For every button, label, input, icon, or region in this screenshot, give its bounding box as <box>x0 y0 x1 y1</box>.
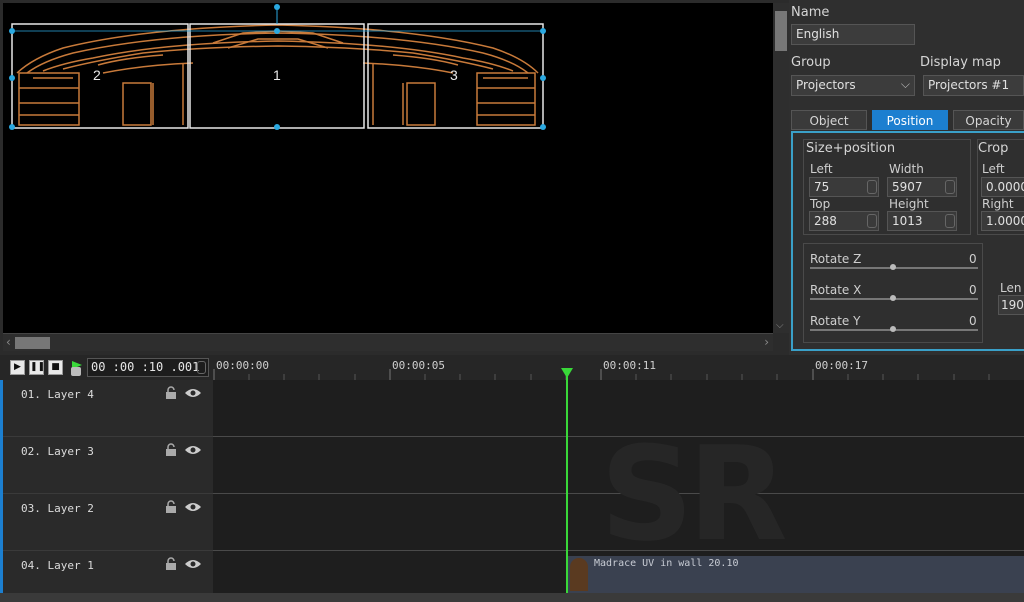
layer-name: 02. Layer 3 <box>21 445 94 458</box>
rotate-y-knob[interactable] <box>890 326 896 332</box>
lock-icon[interactable] <box>165 500 177 514</box>
rotate-x-label: Rotate X <box>810 283 862 297</box>
stage-viewport[interactable]: 2 1 3 <box>3 3 773 333</box>
layer-row[interactable]: 02. Layer 3 <box>3 437 213 494</box>
position-panel: Size+position Left 75 Width 5907 Top 288… <box>791 131 1024 351</box>
scroll-down-icon[interactable]: ⌵ <box>776 320 784 331</box>
crop-right-field[interactable]: 1.0000 <box>981 211 1024 231</box>
crop-left-field[interactable]: 0.0000 <box>981 177 1024 197</box>
left-spinbox[interactable]: 75 <box>809 177 879 197</box>
horizontal-scrollbar[interactable]: ‹ › <box>3 333 773 351</box>
properties-panel: Name English Group Projectors Display ma… <box>789 0 1024 355</box>
timecode-value: 00 :00 :10 .001 <box>91 360 200 374</box>
eye-icon[interactable] <box>184 501 202 513</box>
projector-label-3: 3 <box>450 67 458 83</box>
lens-field[interactable]: 190 <box>998 295 1024 315</box>
lens-label: Len <box>1000 281 1022 295</box>
layer-name: 04. Layer 1 <box>21 559 94 572</box>
left-stepper-icon[interactable] <box>867 180 877 194</box>
eye-icon[interactable] <box>184 387 202 399</box>
transport-bar: ▶ ❚❚ ■ 00 :00 :10 .001 00:00:00 00:00:05… <box>0 355 1024 380</box>
watermark-logo: SR <box>600 418 788 570</box>
vertical-scroll-thumb[interactable] <box>775 11 787 51</box>
eye-icon[interactable] <box>184 558 202 570</box>
lock-icon[interactable] <box>165 557 177 571</box>
display-map-label: Display map <box>920 55 1001 70</box>
height-value: 1013 <box>892 214 923 228</box>
rotate-y-label: Rotate Y <box>810 314 861 328</box>
top-stepper-icon[interactable] <box>867 214 877 228</box>
layer-name: 03. Layer 2 <box>21 502 94 515</box>
timecode-stepper-icon[interactable] <box>197 361 206 374</box>
eye-icon[interactable] <box>184 444 202 456</box>
rotate-z-knob[interactable] <box>890 264 896 270</box>
cue-marker-icon[interactable] <box>68 359 84 377</box>
layer-list: 01. Layer 4 02. Layer 3 03. Layer 2 04. … <box>0 380 213 593</box>
group-label: Group <box>791 55 831 70</box>
crop-left-label: Left <box>982 162 1005 176</box>
rotate-x-slider[interactable] <box>810 295 978 301</box>
width-value: 5907 <box>892 180 923 194</box>
status-bar <box>0 593 1024 602</box>
size-position-title: Size+position <box>806 141 896 156</box>
group-select-value: Projectors <box>796 78 856 92</box>
tab-opacity[interactable]: Opacity <box>953 110 1024 130</box>
tab-object[interactable]: Object <box>791 110 867 130</box>
play-icon: ▶ <box>14 362 21 372</box>
crop-title: Crop <box>978 141 1009 156</box>
crop-right-label: Right <box>982 197 1014 211</box>
projector-label-1: 1 <box>273 67 281 83</box>
stop-button[interactable]: ■ <box>48 360 63 375</box>
timeline-ruler[interactable]: 00:00:00 00:00:05 00:00:11 00:00:17 <box>213 355 1024 380</box>
width-label: Width <box>889 162 924 176</box>
height-stepper-icon[interactable] <box>945 214 955 228</box>
height-spinbox[interactable]: 1013 <box>887 211 957 231</box>
play-button[interactable]: ▶ <box>10 360 25 375</box>
vertical-scrollbar[interactable]: ⌵ <box>773 3 789 333</box>
width-stepper-icon[interactable] <box>945 180 955 194</box>
display-map-select[interactable]: Projectors #1 <box>923 75 1024 96</box>
left-label: Left <box>810 162 833 176</box>
projector-label-2: 2 <box>93 67 101 83</box>
playhead-marker-icon[interactable] <box>561 368 573 378</box>
layer-row[interactable]: 01. Layer 4 <box>3 380 213 437</box>
rotate-x-knob[interactable] <box>890 295 896 301</box>
height-label: Height <box>889 197 929 211</box>
group-select[interactable]: Projectors <box>791 75 915 96</box>
rotate-z-label: Rotate Z <box>810 252 862 266</box>
scroll-right-icon[interactable]: › <box>764 335 769 349</box>
pause-icon: ❚❚ <box>30 362 46 372</box>
scroll-left-icon[interactable]: ‹ <box>6 335 11 349</box>
horizontal-scroll-thumb[interactable] <box>15 337 50 349</box>
top-label: Top <box>810 197 831 211</box>
clip-thumbnail <box>570 558 588 591</box>
left-value: 75 <box>814 180 830 194</box>
layer-row[interactable]: 03. Layer 2 <box>3 494 213 551</box>
tab-position[interactable]: Position <box>872 110 948 130</box>
ruler-label: 00:00:17 <box>815 359 868 372</box>
stop-icon: ■ <box>51 362 60 372</box>
ruler-label: 00:00:05 <box>392 359 445 372</box>
top-spinbox[interactable]: 288 <box>809 211 879 231</box>
rotate-z-value: 0 <box>969 252 977 266</box>
pause-button[interactable]: ❚❚ <box>29 360 46 375</box>
top-value: 288 <box>814 214 837 228</box>
app-window: 2 1 3 ‹ › ⌵ Name English Group Projector… <box>0 0 1024 602</box>
ruler-label: 00:00:00 <box>216 359 269 372</box>
rotate-z-slider[interactable] <box>810 264 978 270</box>
layer-name: 01. Layer 4 <box>21 388 94 401</box>
timecode-field[interactable]: 00 :00 :10 .001 <box>87 358 209 377</box>
lock-icon[interactable] <box>165 443 177 457</box>
projector-wireframe: 2 1 3 <box>9 4 546 130</box>
playhead[interactable] <box>566 368 568 593</box>
rotate-x-value: 0 <box>969 283 977 297</box>
rotate-y-slider[interactable] <box>810 326 978 332</box>
width-spinbox[interactable]: 5907 <box>887 177 957 197</box>
ruler-label: 00:00:11 <box>603 359 656 372</box>
lock-icon[interactable] <box>165 386 177 400</box>
rotate-y-value: 0 <box>969 314 977 328</box>
name-field[interactable]: English <box>791 24 915 45</box>
name-label: Name <box>791 5 830 20</box>
